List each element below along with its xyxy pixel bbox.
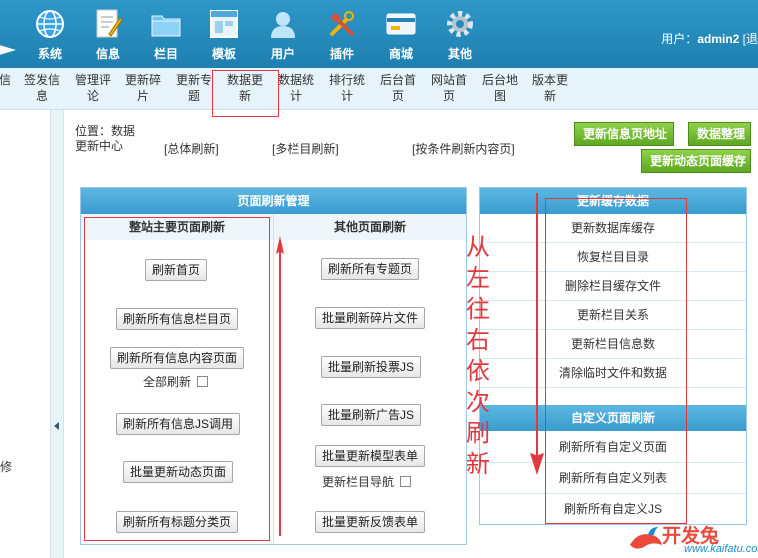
watermark-en: www.kaifatu.com — [684, 543, 758, 555]
sidebar-splitter[interactable] — [50, 110, 64, 558]
subnav-item[interactable]: 版本更 新 — [528, 72, 572, 104]
annotation-up-arrow-icon — [276, 236, 284, 536]
subnav-item[interactable]: 排行统 计 — [325, 72, 369, 104]
left-sidebar: 修 — [0, 110, 50, 558]
user-prefix: 用户： — [661, 32, 698, 46]
batch-refresh-fragments-button[interactable]: 批量刷新碎片文件 — [315, 307, 426, 329]
subnav-item[interactable]: 更新专 题 — [172, 72, 216, 104]
annotation-text: 从左往右依次刷新 — [466, 233, 490, 478]
subnav-item[interactable]: 数据统 计 — [274, 72, 318, 104]
column-divider — [273, 214, 274, 544]
topnav-plugin[interactable]: 插件 — [316, 8, 368, 62]
user-icon — [267, 8, 299, 40]
batch-update-model-form-button[interactable]: 批量更新模型表单 — [315, 445, 426, 467]
batch-refresh-vote-js-button[interactable]: 批量刷新投票JS — [321, 356, 422, 378]
rabbit-logo-icon — [630, 527, 662, 549]
sub-nav: 信 签发信 息 管理评 论 更新碎 片 更新专 题 数据更 新 数据统 计 排行… — [0, 68, 758, 110]
update-dynamic-cache-button[interactable]: 更新动态页面缓存 — [641, 149, 751, 173]
gear-icon — [444, 8, 476, 40]
update-nav-label: 更新栏目导航 — [322, 475, 395, 489]
annotation-red-box-left — [84, 217, 270, 541]
subnav-item[interactable]: 后台首 页 — [376, 72, 420, 104]
data-organize-button[interactable]: 数据整理 — [688, 122, 751, 146]
update-info-url-button[interactable]: 更新信息页地址 — [574, 122, 674, 146]
panel-title: 页面刷新管理 — [81, 188, 466, 214]
multi-column-refresh-link[interactable]: [多栏目刷新] — [272, 140, 339, 157]
batch-refresh-ad-js-button[interactable]: 批量刷新广告JS — [321, 404, 422, 426]
update-nav-checkbox[interactable] — [400, 476, 412, 487]
annotation-red-box-right — [545, 198, 687, 524]
top-header: 系统 信息 栏目 模板 用户 插件 商城 其他 用户：admin2 [退 — [0, 0, 758, 68]
topnav-template[interactable]: 模板 — [198, 8, 250, 62]
breadcrumb: 位置：数据更新中心 — [75, 124, 136, 153]
document-pen-icon — [92, 8, 124, 40]
user-info: 用户：admin2 [退 — [661, 30, 758, 47]
subnav-item[interactable]: 更新碎 片 — [121, 72, 165, 104]
topnav-label: 用户 — [270, 47, 295, 61]
topnav-label: 商城 — [388, 47, 413, 61]
topnav-label: 插件 — [329, 47, 354, 61]
subnav-item[interactable]: 后台地 图 — [478, 72, 522, 104]
left-sidebar-text[interactable]: 修 — [0, 458, 12, 475]
subnav-item[interactable]: 信 — [0, 72, 12, 88]
topnav-label: 模板 — [211, 47, 236, 61]
topnav-column[interactable]: 栏目 — [140, 8, 192, 62]
topnav-label: 栏目 — [153, 47, 178, 61]
topnav-user[interactable]: 用户 — [257, 8, 309, 62]
update-nav-row: 更新栏目导航 — [322, 473, 412, 490]
column-title-other: 其他页面刷新 — [274, 214, 466, 240]
conditional-refresh-link[interactable]: [按条件刷新内容页] — [412, 140, 515, 157]
subnav-item[interactable]: 管理评 论 — [71, 72, 115, 104]
annotation-highlight-box — [212, 70, 279, 117]
topnav-label: 其他 — [447, 47, 472, 61]
subnav-item[interactable]: 签发信 息 — [20, 72, 64, 104]
overall-refresh-link[interactable]: [总体刷新] — [164, 140, 219, 157]
topnav-label: 系统 — [37, 47, 62, 61]
subnav-item[interactable]: 网站首 页 — [427, 72, 471, 104]
annotation-down-arrow-icon — [530, 193, 544, 475]
watermark-logo: 开发兔 www.kaifatu.com — [628, 521, 758, 557]
globe-icon — [34, 8, 66, 40]
topnav-shop[interactable]: 商城 — [375, 8, 427, 62]
topnav-other[interactable]: 其他 — [434, 8, 486, 62]
refresh-topic-pages-button[interactable]: 刷新所有专题页 — [321, 258, 420, 280]
topnav-info[interactable]: 信息 — [82, 8, 134, 62]
tools-icon — [326, 8, 358, 40]
card-icon — [385, 8, 417, 40]
topnav-label: 信息 — [95, 47, 120, 61]
username[interactable]: admin2 — [697, 32, 739, 46]
logout-link[interactable]: [退 — [739, 32, 758, 46]
expand-arrow-icon[interactable] — [0, 44, 16, 56]
batch-update-feedback-button[interactable]: 批量更新反馈表单 — [315, 511, 426, 533]
window-icon — [208, 8, 240, 40]
folder-icon — [150, 8, 182, 40]
topnav-system[interactable]: 系统 — [24, 8, 76, 62]
collapse-arrow-icon[interactable] — [54, 422, 59, 430]
